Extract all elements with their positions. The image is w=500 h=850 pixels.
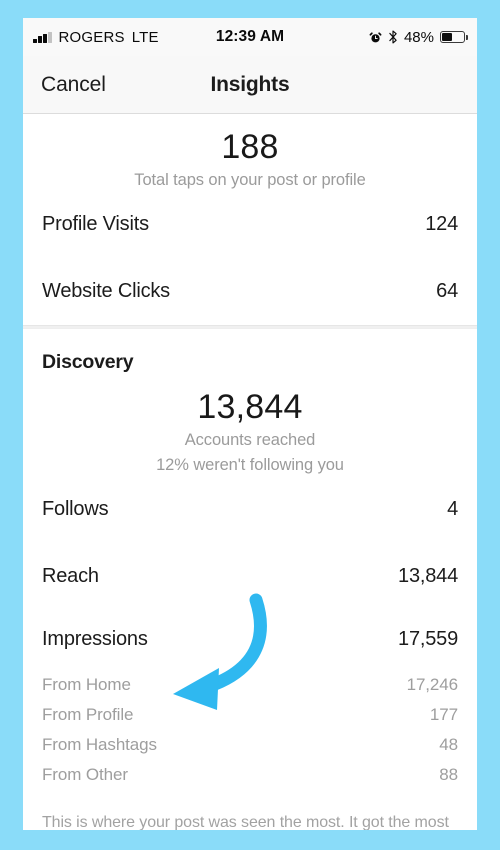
row-value: 88 [439,764,458,784]
page-title: Insights [210,72,290,96]
navigation-bar: Cancel Insights [23,56,477,114]
impressions-row[interactable]: Impressions 17,559 [42,610,458,670]
row-value: 13,844 [398,564,458,587]
row-value: 4 [447,497,458,520]
alarm-icon [369,31,382,42]
row-label: Impressions [42,628,148,651]
total-taps-caption: Total taps on your post or profile [134,171,366,190]
row-label: From Other [42,764,128,784]
row-label: From Profile [42,704,134,724]
row-label: Reach [42,564,99,587]
phone-screen: ROGERS LTE 12:39 AM 48% Cancel Insights … [23,18,477,830]
impressions-source-row: From Home 17,246 [42,670,458,700]
non-follower-caption: 12% weren't following you [156,455,344,474]
row-label: From Hashtags [42,734,157,754]
battery-icon [440,31,468,43]
bluetooth-icon [389,30,397,44]
table-row[interactable]: Profile Visits 124 [42,191,458,258]
row-value: 124 [425,213,458,236]
row-label: Follows [42,497,109,520]
table-row[interactable]: Follows 4 [42,476,458,543]
impressions-source-row: From Other 88 [42,760,458,790]
row-value: 17,559 [398,628,458,651]
discovery-hero: 13,844 Accounts reached 12% weren't foll… [42,374,458,476]
row-value: 17,246 [406,674,459,694]
accounts-reached-caption: Accounts reached [184,431,316,450]
total-taps-value: 188 [221,128,279,166]
impressions-source-row: From Hashtags 48 [42,730,458,760]
row-label: Profile Visits [42,213,149,236]
accounts-reached-value: 13,844 [197,388,303,427]
battery-percent-label: 48% [403,28,434,46]
row-value: 48 [439,734,458,754]
discovery-heading: Discovery [42,351,134,374]
row-label: Website Clicks [42,280,170,303]
interactions-section: 188 Total taps on your post or profile P… [23,114,477,325]
table-row[interactable]: Website Clicks 64 [42,258,458,325]
discovery-section: Discovery 13,844 Accounts reached 12% we… [23,329,477,830]
row-value: 64 [436,280,458,303]
status-bar: ROGERS LTE 12:39 AM 48% [23,18,477,56]
interactions-hero: 188 Total taps on your post or profile [42,114,458,191]
row-label: From Home [42,674,131,694]
impressions-source-row: From Profile 177 [42,700,458,730]
status-bar-right: 48% [369,28,468,46]
screenshot-root: ROGERS LTE 12:39 AM 48% Cancel Insights … [0,0,500,850]
row-value: 177 [429,704,458,724]
table-row[interactable]: Reach 13,844 [42,543,458,610]
discovery-footnote: This is where your post was seen the mos… [42,813,449,830]
